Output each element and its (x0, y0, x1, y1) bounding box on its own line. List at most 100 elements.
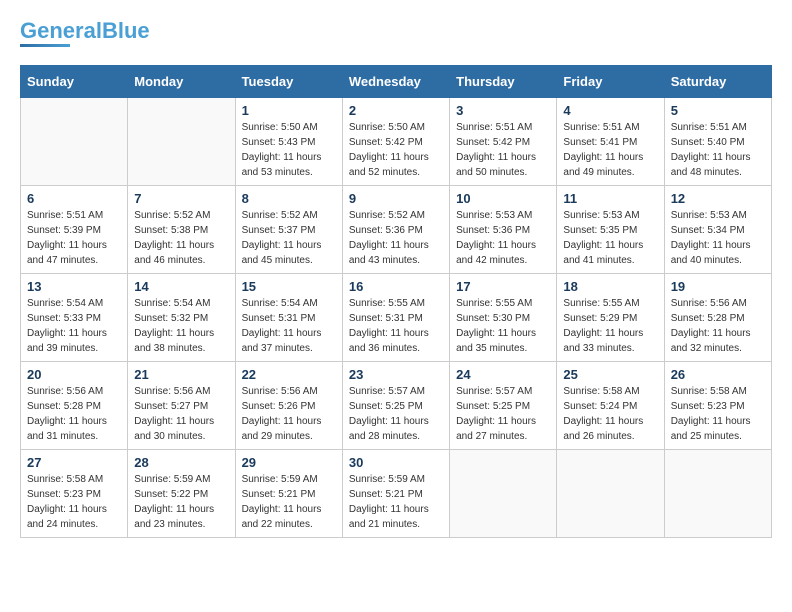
day-cell: 23 Sunrise: 5:57 AM Sunset: 5:25 PM Dayli… (342, 362, 449, 450)
day-number: 8 (242, 191, 336, 206)
weekday-header-tuesday: Tuesday (235, 66, 342, 98)
day-number: 12 (671, 191, 765, 206)
day-cell: 21 Sunrise: 5:56 AM Sunset: 5:27 PM Dayli… (128, 362, 235, 450)
day-number: 30 (349, 455, 443, 470)
day-cell: 11 Sunrise: 5:53 AM Sunset: 5:35 PM Dayli… (557, 186, 664, 274)
day-number: 20 (27, 367, 121, 382)
day-cell: 26Sunrise: 5:58 AM Sunset: 5:23 PM Dayli… (664, 362, 771, 450)
day-number: 13 (27, 279, 121, 294)
day-info: Sunrise: 5:56 AM Sunset: 5:27 PM Dayligh… (134, 384, 228, 444)
day-cell (557, 450, 664, 538)
day-cell: 24 Sunrise: 5:57 AM Sunset: 5:25 PM Dayli… (450, 362, 557, 450)
day-cell: 12 Sunrise: 5:53 AM Sunset: 5:34 PM Dayli… (664, 186, 771, 274)
day-cell: 9 Sunrise: 5:52 AM Sunset: 5:36 PM Daylig… (342, 186, 449, 274)
day-number: 24 (456, 367, 550, 382)
day-cell: 17Sunrise: 5:55 AM Sunset: 5:30 PM Dayli… (450, 274, 557, 362)
day-info: Sunrise: 5:53 AM Sunset: 5:36 PM Dayligh… (456, 208, 550, 268)
day-info: Sunrise: 5:59 AM Sunset: 5:21 PM Dayligh… (349, 472, 443, 532)
day-cell (128, 98, 235, 186)
day-info: Sunrise: 5:56 AM Sunset: 5:26 PM Dayligh… (242, 384, 336, 444)
weekday-header-row: SundayMondayTuesdayWednesdayThursdayFrid… (21, 66, 772, 98)
logo: GeneralBlue (20, 20, 150, 49)
week-row-2: 6Sunrise: 5:51 AM Sunset: 5:39 PM Daylig… (21, 186, 772, 274)
day-info: Sunrise: 5:54 AM Sunset: 5:32 PM Dayligh… (134, 296, 228, 356)
day-cell: 1 Sunrise: 5:50 AM Sunset: 5:43 PM Daylig… (235, 98, 342, 186)
weekday-header-saturday: Saturday (664, 66, 771, 98)
day-info: Sunrise: 5:50 AM Sunset: 5:42 PM Dayligh… (349, 120, 443, 180)
day-cell: 4 Sunrise: 5:51 AM Sunset: 5:41 PM Daylig… (557, 98, 664, 186)
day-info: Sunrise: 5:51 AM Sunset: 5:41 PM Dayligh… (563, 120, 657, 180)
day-info: Sunrise: 5:52 AM Sunset: 5:38 PM Dayligh… (134, 208, 228, 268)
day-info: Sunrise: 5:52 AM Sunset: 5:37 PM Dayligh… (242, 208, 336, 268)
day-cell: 6Sunrise: 5:51 AM Sunset: 5:39 PM Daylig… (21, 186, 128, 274)
day-cell: 18Sunrise: 5:55 AM Sunset: 5:29 PM Dayli… (557, 274, 664, 362)
day-number: 2 (349, 103, 443, 118)
weekday-header-wednesday: Wednesday (342, 66, 449, 98)
day-info: Sunrise: 5:52 AM Sunset: 5:36 PM Dayligh… (349, 208, 443, 268)
day-cell: 22 Sunrise: 5:56 AM Sunset: 5:26 PM Dayli… (235, 362, 342, 450)
day-info: Sunrise: 5:54 AM Sunset: 5:33 PM Dayligh… (27, 296, 121, 356)
day-info: Sunrise: 5:54 AM Sunset: 5:31 PM Dayligh… (242, 296, 336, 356)
day-number: 1 (242, 103, 336, 118)
day-cell: 7Sunrise: 5:52 AM Sunset: 5:38 PM Daylig… (128, 186, 235, 274)
day-cell: 29 Sunrise: 5:59 AM Sunset: 5:21 PM Dayli… (235, 450, 342, 538)
day-number: 16 (349, 279, 443, 294)
day-cell: 28 Sunrise: 5:59 AM Sunset: 5:22 PM Dayli… (128, 450, 235, 538)
day-info: Sunrise: 5:58 AM Sunset: 5:23 PM Dayligh… (27, 472, 121, 532)
day-info: Sunrise: 5:53 AM Sunset: 5:35 PM Dayligh… (563, 208, 657, 268)
day-number: 28 (134, 455, 228, 470)
day-number: 27 (27, 455, 121, 470)
day-number: 23 (349, 367, 443, 382)
day-number: 21 (134, 367, 228, 382)
day-cell: 3 Sunrise: 5:51 AM Sunset: 5:42 PM Daylig… (450, 98, 557, 186)
day-cell: 8 Sunrise: 5:52 AM Sunset: 5:37 PM Daylig… (235, 186, 342, 274)
day-number: 11 (563, 191, 657, 206)
day-info: Sunrise: 5:57 AM Sunset: 5:25 PM Dayligh… (349, 384, 443, 444)
week-row-5: 27 Sunrise: 5:58 AM Sunset: 5:23 PM Dayli… (21, 450, 772, 538)
day-number: 25 (563, 367, 657, 382)
day-info: Sunrise: 5:59 AM Sunset: 5:22 PM Dayligh… (134, 472, 228, 532)
day-number: 14 (134, 279, 228, 294)
logo-text: GeneralBlue (20, 20, 150, 42)
day-cell: 2 Sunrise: 5:50 AM Sunset: 5:42 PM Daylig… (342, 98, 449, 186)
day-number: 4 (563, 103, 657, 118)
weekday-header-sunday: Sunday (21, 66, 128, 98)
day-info: Sunrise: 5:56 AM Sunset: 5:28 PM Dayligh… (27, 384, 121, 444)
day-number: 9 (349, 191, 443, 206)
day-number: 29 (242, 455, 336, 470)
day-cell: 27 Sunrise: 5:58 AM Sunset: 5:23 PM Dayli… (21, 450, 128, 538)
day-info: Sunrise: 5:53 AM Sunset: 5:34 PM Dayligh… (671, 208, 765, 268)
day-info: Sunrise: 5:59 AM Sunset: 5:21 PM Dayligh… (242, 472, 336, 532)
week-row-3: 13 Sunrise: 5:54 AM Sunset: 5:33 PM Dayli… (21, 274, 772, 362)
header: GeneralBlue (20, 20, 772, 49)
day-info: Sunrise: 5:55 AM Sunset: 5:30 PM Dayligh… (456, 296, 550, 356)
day-info: Sunrise: 5:50 AM Sunset: 5:43 PM Dayligh… (242, 120, 336, 180)
day-info: Sunrise: 5:57 AM Sunset: 5:25 PM Dayligh… (456, 384, 550, 444)
logo-general: General (20, 18, 102, 43)
weekday-header-thursday: Thursday (450, 66, 557, 98)
day-info: Sunrise: 5:51 AM Sunset: 5:42 PM Dayligh… (456, 120, 550, 180)
day-cell: 14 Sunrise: 5:54 AM Sunset: 5:32 PM Dayli… (128, 274, 235, 362)
day-cell: 20 Sunrise: 5:56 AM Sunset: 5:28 PM Dayli… (21, 362, 128, 450)
day-cell (664, 450, 771, 538)
week-row-1: 1 Sunrise: 5:50 AM Sunset: 5:43 PM Daylig… (21, 98, 772, 186)
day-info: Sunrise: 5:58 AM Sunset: 5:23 PM Dayligh… (671, 384, 765, 444)
day-cell (21, 98, 128, 186)
day-number: 5 (671, 103, 765, 118)
day-number: 3 (456, 103, 550, 118)
week-row-4: 20 Sunrise: 5:56 AM Sunset: 5:28 PM Dayli… (21, 362, 772, 450)
day-info: Sunrise: 5:58 AM Sunset: 5:24 PM Dayligh… (563, 384, 657, 444)
day-info: Sunrise: 5:55 AM Sunset: 5:31 PM Dayligh… (349, 296, 443, 356)
day-number: 15 (242, 279, 336, 294)
day-info: Sunrise: 5:51 AM Sunset: 5:40 PM Dayligh… (671, 120, 765, 180)
weekday-header-monday: Monday (128, 66, 235, 98)
day-cell: 25 Sunrise: 5:58 AM Sunset: 5:24 PM Dayli… (557, 362, 664, 450)
day-cell: 10Sunrise: 5:53 AM Sunset: 5:36 PM Dayli… (450, 186, 557, 274)
day-cell: 13 Sunrise: 5:54 AM Sunset: 5:33 PM Dayli… (21, 274, 128, 362)
day-cell: 30 Sunrise: 5:59 AM Sunset: 5:21 PM Dayli… (342, 450, 449, 538)
day-cell: 15 Sunrise: 5:54 AM Sunset: 5:31 PM Dayli… (235, 274, 342, 362)
day-number: 22 (242, 367, 336, 382)
day-info: Sunrise: 5:51 AM Sunset: 5:39 PM Dayligh… (27, 208, 121, 268)
day-cell: 5 Sunrise: 5:51 AM Sunset: 5:40 PM Daylig… (664, 98, 771, 186)
day-info: Sunrise: 5:55 AM Sunset: 5:29 PM Dayligh… (563, 296, 657, 356)
